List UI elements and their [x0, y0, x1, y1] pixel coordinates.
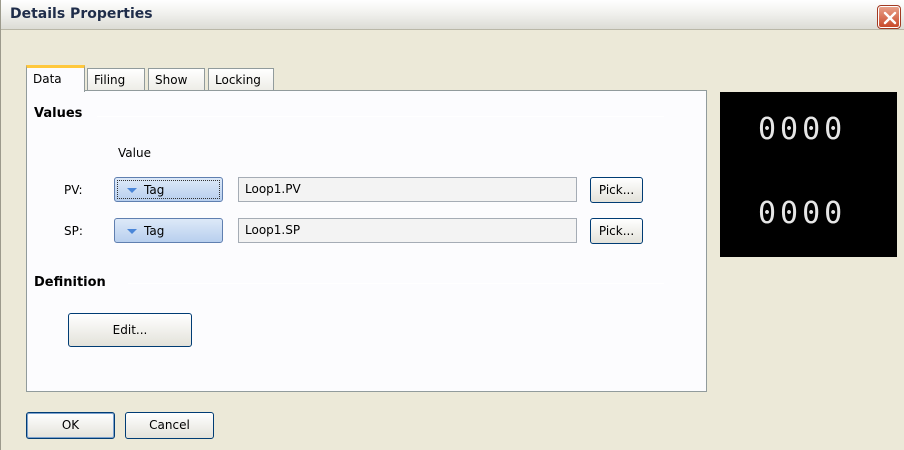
close-icon — [883, 11, 897, 25]
dropdown-arrow-icon — [127, 229, 137, 234]
preview-value-1: 0000 — [758, 112, 847, 147]
tab-show-label: Show — [155, 73, 188, 87]
tab-filing-label: Filing — [94, 73, 126, 87]
sp-label: SP: — [64, 224, 83, 238]
close-button[interactable] — [877, 5, 901, 29]
tab-data[interactable]: Data — [26, 65, 85, 92]
sp-pick-button[interactable]: Pick... — [590, 218, 643, 244]
sp-tag-field[interactable]: Loop1.SP — [238, 218, 577, 243]
preview-value-2: 0000 — [758, 196, 847, 231]
definition-divider — [128, 283, 664, 284]
edit-button[interactable]: Edit... — [68, 313, 192, 347]
sp-source-label: Tag — [144, 224, 165, 238]
pv-source-dropdown[interactable]: Tag — [114, 177, 223, 202]
pv-label: PV: — [64, 183, 83, 197]
values-group-title: Values — [34, 106, 83, 121]
tab-show[interactable]: Show — [148, 68, 205, 92]
tab-filing[interactable]: Filing — [87, 68, 145, 92]
pv-source-label: Tag — [144, 183, 165, 197]
dropdown-arrow-icon — [127, 188, 137, 193]
preview-display: 0000 0000 — [720, 92, 897, 257]
values-divider — [97, 116, 664, 117]
value-column-header: Value — [118, 146, 151, 160]
cancel-button[interactable]: Cancel — [125, 412, 214, 439]
definition-group-title: Definition — [34, 275, 106, 290]
pv-tag-field[interactable]: Loop1.PV — [238, 177, 577, 202]
sp-source-dropdown[interactable]: Tag — [114, 218, 223, 243]
details-properties-dialog: Details Properties Data Filing Show Lock… — [0, 0, 904, 450]
title-bar[interactable]: Details Properties — [1, 0, 904, 30]
tab-locking-label: Locking — [215, 73, 261, 87]
ok-button[interactable]: OK — [26, 412, 115, 439]
tab-locking[interactable]: Locking — [208, 68, 274, 92]
pv-pick-button[interactable]: Pick... — [590, 177, 643, 203]
dialog-title: Details Properties — [10, 6, 153, 22]
tab-data-label: Data — [33, 72, 62, 86]
